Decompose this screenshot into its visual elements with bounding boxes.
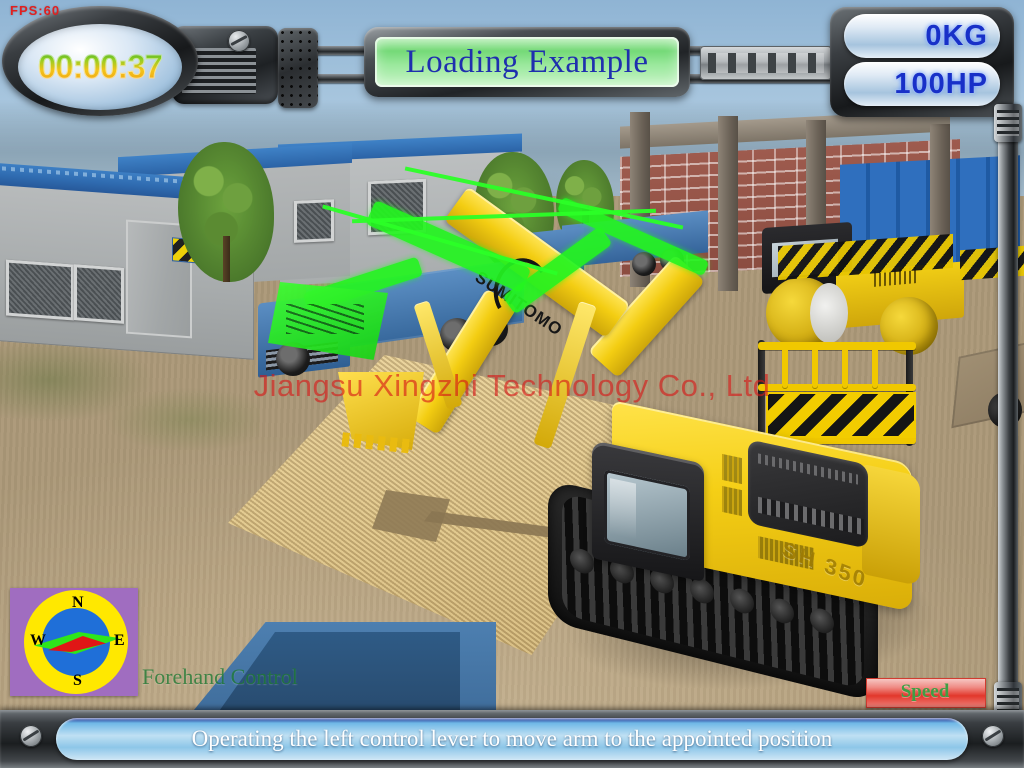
right-rail-cap-top xyxy=(994,104,1022,142)
right-side-rail xyxy=(998,104,1018,720)
speed-button-label: Speed xyxy=(900,681,950,702)
control-mode-label: Forehand Control xyxy=(142,664,298,689)
side-vent-1 xyxy=(722,453,742,485)
status-message: Operating the left control lever to move… xyxy=(191,726,833,751)
ghost-bucket-target xyxy=(268,282,388,360)
compass-north-label: N xyxy=(72,594,84,611)
compass-widget: N E S W xyxy=(10,588,138,696)
compass-west-label: W xyxy=(30,632,46,649)
3d-viewport[interactable]: SH 350 SUMITOMO Jiangsu Xingzhi Technolo… xyxy=(0,0,1024,768)
excavator-counterweight xyxy=(862,463,920,587)
side-vent-2 xyxy=(722,485,742,517)
game-screen: SH 350 SUMITOMO Jiangsu Xingzhi Technolo… xyxy=(0,0,1024,768)
compass-east-label: E xyxy=(114,632,125,649)
compass-south-label: S xyxy=(73,672,82,689)
company-watermark: Jiangsu Xingzhi Technology Co., Ltd xyxy=(253,368,771,403)
bottom-screw-right xyxy=(982,725,1004,747)
bottom-screw-left xyxy=(20,725,42,747)
